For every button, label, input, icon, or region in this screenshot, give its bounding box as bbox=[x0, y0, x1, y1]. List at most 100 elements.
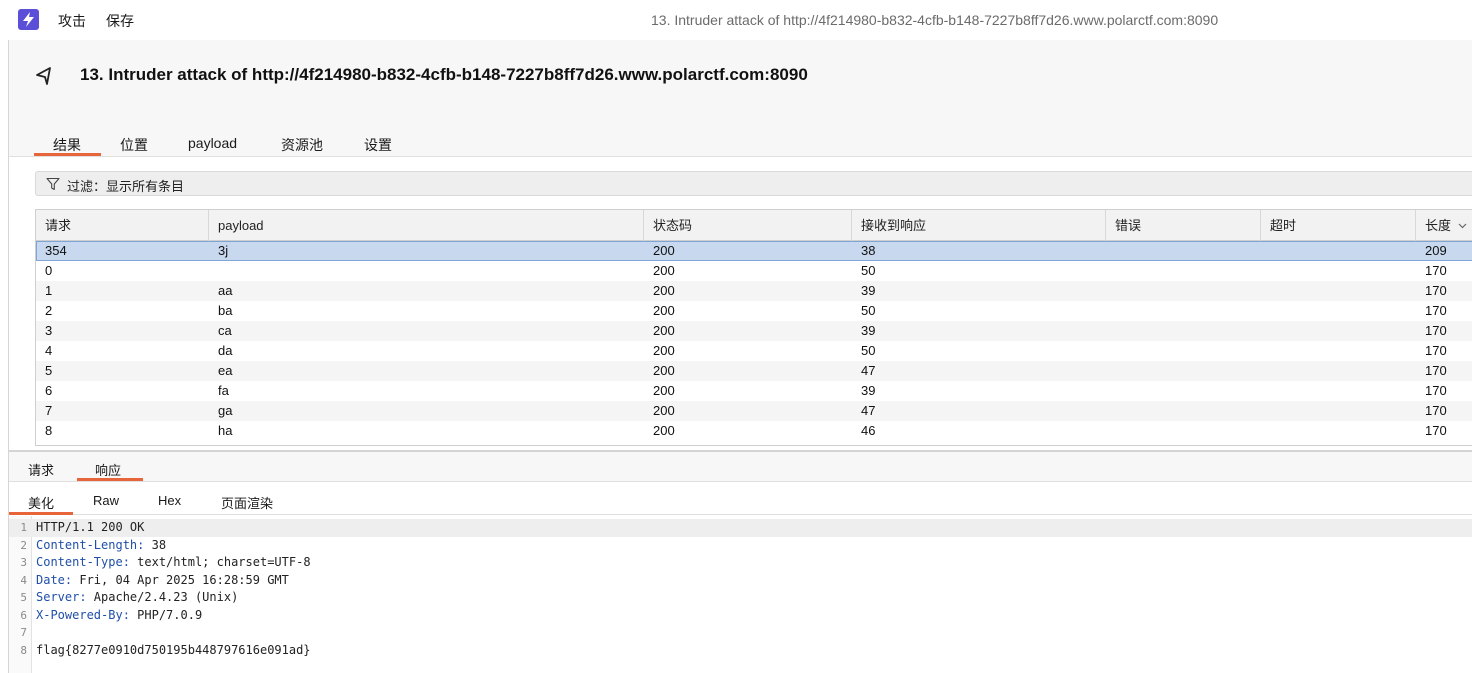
table-row[interactable]: 0 200 50 170 bbox=[36, 261, 1472, 281]
header-name: Server: bbox=[36, 590, 87, 604]
table-row[interactable]: 8 ha 200 46 170 bbox=[36, 421, 1472, 441]
cell-error bbox=[1106, 321, 1115, 341]
header-name: Content-Type: bbox=[36, 555, 130, 569]
cell-status: 200 bbox=[653, 243, 675, 258]
tab-request[interactable]: 请求 bbox=[28, 460, 54, 479]
cell-length: 209 bbox=[1425, 243, 1447, 258]
tab-render[interactable]: 页面渲染 bbox=[221, 493, 273, 512]
response-editor[interactable]: 1 HTTP/1.1 200 OK 2 Content-Length: 38 3 Cont… bbox=[9, 516, 1472, 673]
line-number: 5 bbox=[20, 591, 27, 604]
filter-bar[interactable]: 过滤：显示所有条目 bbox=[35, 171, 1472, 196]
column-header-response-received[interactable]: 接收到响应 bbox=[852, 210, 1106, 241]
cell-timeout bbox=[1261, 301, 1270, 321]
tab-positions[interactable]: 位置 bbox=[120, 135, 148, 155]
filter-label: 过滤：显示所有条目 bbox=[67, 179, 185, 194]
tab-settings[interactable]: 设置 bbox=[364, 135, 392, 155]
code-line: 7 bbox=[9, 624, 1472, 642]
line-number: 1 bbox=[20, 521, 27, 534]
cell-payload: ba bbox=[218, 303, 233, 318]
code-line: 8 flag{8277e0910d750195b448797616e091ad} bbox=[9, 642, 1472, 660]
cell-error bbox=[1106, 361, 1115, 381]
cell-error bbox=[1106, 241, 1115, 261]
cell-error bbox=[1106, 301, 1115, 321]
line-number: 4 bbox=[20, 573, 27, 587]
cell-request: 8 bbox=[45, 423, 53, 438]
header-name: Content-Length: bbox=[36, 537, 145, 552]
column-header-length[interactable]: 长度 bbox=[1416, 210, 1472, 241]
cell-payload: ca bbox=[218, 323, 232, 338]
tab-resource-pool[interactable]: 资源池 bbox=[281, 135, 323, 155]
code-line: 4 Date: Fri, 04 Apr 2025 16:28:59 GMT bbox=[9, 572, 1472, 590]
header-name: Date: bbox=[36, 572, 73, 587]
cell-request: 2 bbox=[45, 303, 53, 318]
table-row[interactable]: 3 ca 200 39 170 bbox=[36, 321, 1472, 341]
sort-descending-icon bbox=[1458, 223, 1467, 229]
cell-response-received: 46 bbox=[861, 423, 876, 438]
cell-request: 0 bbox=[45, 263, 53, 278]
filter-icon bbox=[46, 177, 60, 191]
cell-status: 200 bbox=[653, 303, 675, 318]
cell-response-received: 50 bbox=[861, 303, 876, 318]
attack-target-icon[interactable] bbox=[33, 64, 55, 86]
code-line: 5 Server: Apache/2.4.23 (Unix) bbox=[9, 589, 1472, 607]
tab-raw[interactable]: Raw bbox=[93, 493, 119, 508]
table-row[interactable]: 4 da 200 50 170 bbox=[36, 341, 1472, 361]
cell-payload: da bbox=[218, 343, 233, 358]
cell-timeout bbox=[1261, 361, 1270, 381]
column-header-error[interactable]: 错误 bbox=[1106, 210, 1261, 241]
cell-error bbox=[1106, 281, 1115, 301]
cell-status: 200 bbox=[653, 343, 675, 358]
table-row[interactable]: 2 ba 200 50 170 bbox=[36, 301, 1472, 321]
tab-pretty[interactable]: 美化 bbox=[28, 493, 54, 512]
cell-status: 200 bbox=[653, 383, 675, 398]
cell-response-received: 47 bbox=[861, 403, 876, 418]
tab-payload[interactable]: payload bbox=[188, 135, 237, 151]
column-header-payload[interactable]: payload bbox=[209, 210, 644, 241]
cell-response-received: 39 bbox=[861, 283, 876, 298]
cell-error bbox=[1106, 341, 1115, 361]
table-row[interactable]: 1 aa 200 39 170 bbox=[36, 281, 1472, 301]
cell-status: 200 bbox=[653, 363, 675, 378]
cell-request: 1 bbox=[45, 283, 53, 298]
column-header-request[interactable]: 请求 bbox=[36, 210, 209, 241]
table-row[interactable]: 5 ea 200 47 170 bbox=[36, 361, 1472, 381]
message-tabs: 请求 响应 bbox=[9, 452, 1472, 482]
cell-payload: ha bbox=[218, 423, 233, 438]
menu-attack[interactable]: 攻击 bbox=[58, 11, 86, 31]
code-line: 6 X-Powered-By: PHP/7.0.9 bbox=[9, 607, 1472, 625]
tab-results[interactable]: 结果 bbox=[53, 135, 81, 155]
cell-status: 200 bbox=[653, 403, 675, 418]
table-row[interactable]: 6 fa 200 39 170 bbox=[36, 381, 1472, 401]
header-value: flag{8277e0910d750195b448797616e091ad} bbox=[36, 642, 311, 657]
column-header-status[interactable]: 状态码 bbox=[644, 210, 852, 241]
table-row[interactable]: 7 ga 200 47 170 bbox=[36, 401, 1472, 421]
cell-length: 170 bbox=[1425, 263, 1447, 278]
cell-status: 200 bbox=[653, 323, 675, 338]
header-value: 38 bbox=[144, 537, 167, 552]
results-table: 请求 payload 状态码 接收到响应 错误 超时 长度 354 3j 200 38… bbox=[35, 209, 1472, 446]
view-tabs: 美化 Raw Hex 页面渲染 bbox=[9, 483, 1472, 515]
table-row[interactable]: 354 3j 200 38 209 bbox=[36, 241, 1472, 261]
code-text: HTTP/1.1 200 OK bbox=[36, 519, 144, 537]
cell-length: 170 bbox=[1425, 343, 1447, 358]
header-value: Fri, 04 Apr 2025 16:28:59 GMT bbox=[72, 572, 289, 587]
tabs-divider bbox=[9, 156, 1472, 157]
cell-timeout bbox=[1261, 241, 1270, 261]
code-line: 2 Content-Length: 38 bbox=[9, 537, 1472, 555]
cell-request: 5 bbox=[45, 363, 53, 378]
cell-response-received: 38 bbox=[861, 243, 876, 258]
header-value: text/html; charset=UTF-8 bbox=[129, 555, 311, 569]
tab-hex[interactable]: Hex bbox=[158, 493, 181, 508]
column-header-timeout[interactable]: 超时 bbox=[1261, 210, 1416, 241]
cell-request: 7 bbox=[45, 403, 53, 418]
active-view-tab-indicator bbox=[9, 512, 73, 515]
cell-timeout bbox=[1261, 341, 1270, 361]
cell-length: 170 bbox=[1425, 423, 1447, 438]
cell-payload: 3j bbox=[218, 243, 229, 258]
menu-save[interactable]: 保存 bbox=[106, 11, 134, 31]
column-header-length-label: 长度 bbox=[1425, 218, 1452, 233]
tab-response[interactable]: 响应 bbox=[95, 460, 121, 479]
burp-app-icon bbox=[18, 9, 39, 30]
cell-error bbox=[1106, 401, 1115, 421]
header-value: PHP/7.0.9 bbox=[129, 607, 203, 622]
